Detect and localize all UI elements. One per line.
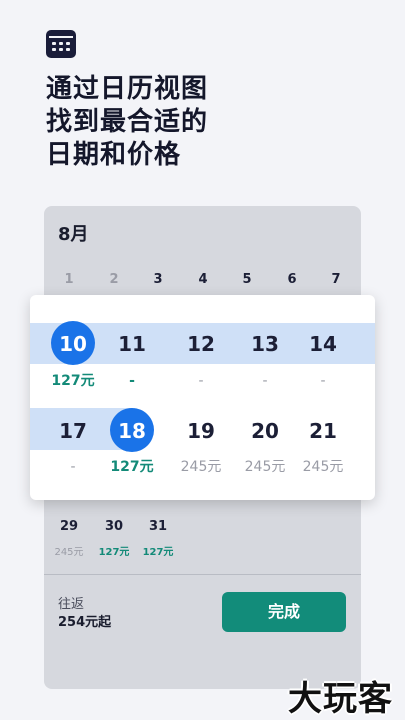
day-number: 21	[309, 419, 337, 443]
calendar-day[interactable]: 14	[298, 332, 348, 356]
day-price-text: 245元	[180, 459, 222, 475]
calendar-day[interactable]: 13	[240, 332, 290, 356]
day-number: 20	[251, 419, 279, 443]
calendar-day[interactable]: 5	[232, 272, 262, 287]
calendar-day[interactable]: 4	[188, 272, 218, 287]
day-price-text: 127元	[110, 459, 154, 475]
day-price-text: 127元	[51, 373, 95, 389]
day-price: -	[176, 372, 226, 390]
day-price-text: -	[198, 373, 204, 389]
day-price-text: -	[129, 373, 135, 389]
calendar-day[interactable]: 19	[176, 419, 226, 443]
calendar-day-selected[interactable]: 18	[107, 419, 157, 443]
calendar-day[interactable]: 12	[176, 332, 226, 356]
headline-line-1: 通过日历视图	[46, 74, 209, 104]
calendar-day[interactable]: 30	[94, 519, 134, 534]
day-price: 245元	[176, 458, 226, 476]
price-from-label: 254元起	[58, 615, 112, 630]
calendar-day: 1	[64, 272, 74, 287]
day-price: 127元	[107, 458, 157, 476]
day-price: 245元	[240, 458, 290, 476]
calendar-day: 2	[109, 272, 119, 287]
trip-type-label: 往返	[58, 597, 85, 612]
day-price: -	[240, 372, 290, 390]
done-button[interactable]: 完成	[222, 592, 346, 632]
headline-line-2: 找到最合适的	[46, 107, 209, 137]
calendar-day[interactable]: 29	[49, 519, 89, 534]
day-price: 245元	[298, 458, 348, 476]
day-number: 13	[251, 332, 279, 356]
footer-divider	[44, 574, 361, 575]
calendar-day[interactable]: 7	[321, 272, 351, 287]
day-price-text: -	[70, 459, 76, 475]
calendar-day[interactable]: 17	[48, 419, 98, 443]
calendar-day[interactable]: 20	[240, 419, 290, 443]
calendar-day[interactable]: 6	[277, 272, 307, 287]
calendar-day[interactable]: 31	[138, 519, 178, 534]
headline: 通过日历视图 找到最合适的 日期和价格	[46, 73, 366, 172]
day-number: 19	[187, 419, 215, 443]
calendar-day[interactable]: 3	[143, 272, 173, 287]
day-price: 127元	[48, 372, 98, 390]
day-price-text: 127元	[142, 547, 174, 558]
day-price-text: 245元	[54, 547, 84, 558]
month-label: 8月	[58, 224, 89, 245]
day-price: -	[48, 458, 98, 476]
calendar-day-selected[interactable]: 10	[48, 332, 98, 356]
calendar-icon	[46, 30, 76, 58]
watermark: 大玩客	[288, 679, 393, 719]
day-price: -	[107, 372, 157, 390]
calendar-day[interactable]: 21	[298, 419, 348, 443]
day-number: 10	[59, 332, 87, 356]
day-price-text: -	[262, 373, 268, 389]
day-number: 14	[309, 332, 337, 356]
day-price: -	[298, 372, 348, 390]
day-number: 12	[187, 332, 215, 356]
day-number: 18	[118, 419, 146, 443]
calendar-day[interactable]: 11	[107, 332, 157, 356]
headline-line-3: 日期和价格	[46, 140, 182, 170]
day-number: 17	[59, 419, 87, 443]
day-price-text: -	[320, 373, 326, 389]
week-row-1: 1 2 3 4 5 6 7	[0, 272, 405, 288]
day-price-text: 127元	[98, 547, 130, 558]
day-price-text: 245元	[244, 459, 286, 475]
day-number: 11	[118, 332, 146, 356]
day-price-text: 245元	[302, 459, 344, 475]
